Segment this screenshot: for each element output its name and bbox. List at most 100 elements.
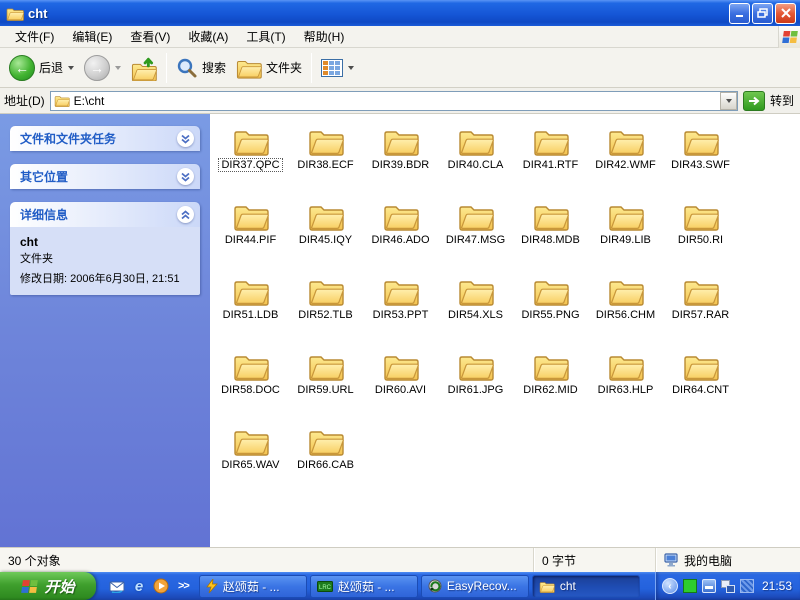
panel-details-header[interactable]: 详细信息 — [10, 202, 200, 227]
folder-item[interactable]: DIR61.JPG — [438, 344, 513, 419]
views-icon — [321, 59, 343, 77]
menu-item[interactable]: 帮助(H) — [295, 26, 354, 47]
panel-other-places-header[interactable]: 其它位置 — [10, 164, 200, 189]
toolbar-separator — [166, 53, 167, 83]
folder-item[interactable]: DIR49.LIB — [588, 194, 663, 269]
folder-item[interactable]: DIR59.URL — [288, 344, 363, 419]
menu-item[interactable]: 查看(V) — [121, 26, 179, 47]
folder-item[interactable]: DIR63.HLP — [588, 344, 663, 419]
folder-item-label: DIR66.CAB — [295, 459, 356, 471]
go-label[interactable]: 转到 — [770, 92, 794, 109]
menu-item[interactable]: 工具(T) — [237, 26, 294, 47]
outlook-express-icon[interactable] — [108, 577, 126, 595]
tray-window-icon[interactable] — [702, 579, 716, 593]
internet-explorer-icon[interactable]: e — [130, 577, 148, 595]
start-windows-flag-icon — [20, 579, 39, 594]
menu-item[interactable]: 编辑(E) — [63, 26, 121, 47]
taskbar-task-button[interactable]: 赵颂茹 - ... — [199, 575, 307, 598]
folder-item-label: DIR60.AVI — [373, 384, 428, 396]
tray-display-icon[interactable] — [721, 579, 735, 593]
taskbar-tasks: 赵颂茹 - ...LRC赵颂茹 - ... EasyRecov... cht — [197, 572, 655, 600]
close-button[interactable] — [775, 3, 796, 24]
folder-item-label: DIR37.QPC — [219, 159, 281, 171]
back-button[interactable]: ← 后退 — [4, 51, 79, 85]
search-button[interactable]: 搜索 — [171, 51, 231, 85]
views-button[interactable] — [316, 51, 359, 85]
folder-icon — [608, 351, 644, 381]
menu-item[interactable]: 收藏(A) — [179, 26, 237, 47]
go-button[interactable] — [743, 91, 765, 111]
folder-item[interactable]: DIR60.AVI — [363, 344, 438, 419]
up-button[interactable] — [126, 51, 162, 85]
address-input[interactable]: E:\cht — [50, 91, 738, 111]
folder-item[interactable]: DIR38.ECF — [288, 119, 363, 194]
toolbar-separator — [311, 53, 312, 83]
folder-item[interactable]: DIR66.CAB — [288, 419, 363, 494]
folder-item[interactable]: DIR42.WMF — [588, 119, 663, 194]
taskbar-task-button[interactable]: EasyRecov... — [421, 575, 529, 598]
folder-item[interactable]: DIR56.CHM — [588, 269, 663, 344]
task-label: EasyRecov... — [447, 579, 517, 593]
title-bar: cht — [0, 0, 800, 26]
address-value: E:\cht — [74, 94, 720, 108]
folder-item[interactable]: DIR64.CNT — [663, 344, 738, 419]
folder-icon — [383, 126, 419, 156]
folder-item[interactable]: DIR53.PPT — [363, 269, 438, 344]
folders-button[interactable]: 文件夹 — [231, 51, 307, 85]
folder-item-label: DIR61.JPG — [446, 384, 506, 396]
restore-button[interactable] — [752, 3, 773, 24]
folder-item[interactable]: DIR45.IQY — [288, 194, 363, 269]
taskbar-task-active[interactable]: cht — [532, 575, 640, 598]
folder-item-label: DIR64.CNT — [670, 384, 731, 396]
folder-item[interactable]: DIR50.RI — [663, 194, 738, 269]
folder-item[interactable]: DIR58.DOC — [213, 344, 288, 419]
folder-item[interactable]: DIR55.PNG — [513, 269, 588, 344]
hide-icons-chevron[interactable]: ‹ — [662, 578, 678, 594]
expand-chevron-icon[interactable] — [177, 168, 194, 185]
taskbar-task-button[interactable]: LRC赵颂茹 - ... — [310, 575, 418, 598]
folder-item[interactable]: DIR65.WAV — [213, 419, 288, 494]
folder-item[interactable]: DIR52.TLB — [288, 269, 363, 344]
windows-logo-icon — [778, 26, 800, 48]
folder-item[interactable]: DIR54.XLS — [438, 269, 513, 344]
task-label: cht — [560, 579, 576, 593]
minimize-button[interactable] — [729, 3, 750, 24]
status-size: 0 字节 — [533, 548, 655, 572]
expand-chevron-icon[interactable] — [177, 130, 194, 147]
folder-item-label: DIR44.PIF — [223, 234, 278, 246]
folder-item[interactable]: DIR51.LDB — [213, 269, 288, 344]
start-button[interactable]: 开始 — [0, 572, 96, 600]
folder-item[interactable]: DIR57.RAR — [663, 269, 738, 344]
folder-item[interactable]: DIR44.PIF — [213, 194, 288, 269]
tray-green-square-icon[interactable] — [683, 579, 697, 593]
folder-item-label: DIR40.CLA — [446, 159, 506, 171]
views-dropdown-caret[interactable] — [348, 66, 354, 70]
folder-item[interactable]: DIR47.MSG — [438, 194, 513, 269]
forward-button[interactable]: → — [79, 51, 126, 85]
tray-input-method-icon[interactable] — [740, 579, 754, 593]
folder-item[interactable]: DIR43.SWF — [663, 119, 738, 194]
folder-item[interactable]: DIR41.RTF — [513, 119, 588, 194]
folder-item-label: DIR58.DOC — [219, 384, 282, 396]
forward-dropdown-caret[interactable] — [115, 66, 121, 70]
media-player-icon[interactable] — [152, 577, 170, 595]
folder-item[interactable]: DIR48.MDB — [513, 194, 588, 269]
quick-launch-more-chevron[interactable]: >> — [174, 580, 193, 592]
folder-icon — [233, 351, 269, 381]
panel-file-tasks-header[interactable]: 文件和文件夹任务 — [10, 126, 200, 151]
back-dropdown-caret[interactable] — [68, 66, 74, 70]
folder-icon — [308, 126, 344, 156]
folder-icon — [383, 201, 419, 231]
menu-item[interactable]: 文件(F) — [6, 26, 63, 47]
address-dropdown-button[interactable] — [720, 92, 737, 110]
folder-item[interactable]: DIR37.QPC — [213, 119, 288, 194]
file-list-area[interactable]: DIR37.QPC DIR38.ECFDIR39.BDR DIR40.CLA DIR4… — [210, 114, 800, 547]
my-computer-icon — [664, 553, 679, 567]
folder-item[interactable]: DIR39.BDR — [363, 119, 438, 194]
folder-item[interactable]: DIR46.ADO — [363, 194, 438, 269]
collapse-chevron-icon[interactable] — [177, 206, 194, 223]
details-type: 文件夹 — [20, 250, 190, 266]
folder-item[interactable]: DIR62.MID — [513, 344, 588, 419]
quick-launch-bar: e >> — [104, 572, 197, 600]
folder-item[interactable]: DIR40.CLA — [438, 119, 513, 194]
